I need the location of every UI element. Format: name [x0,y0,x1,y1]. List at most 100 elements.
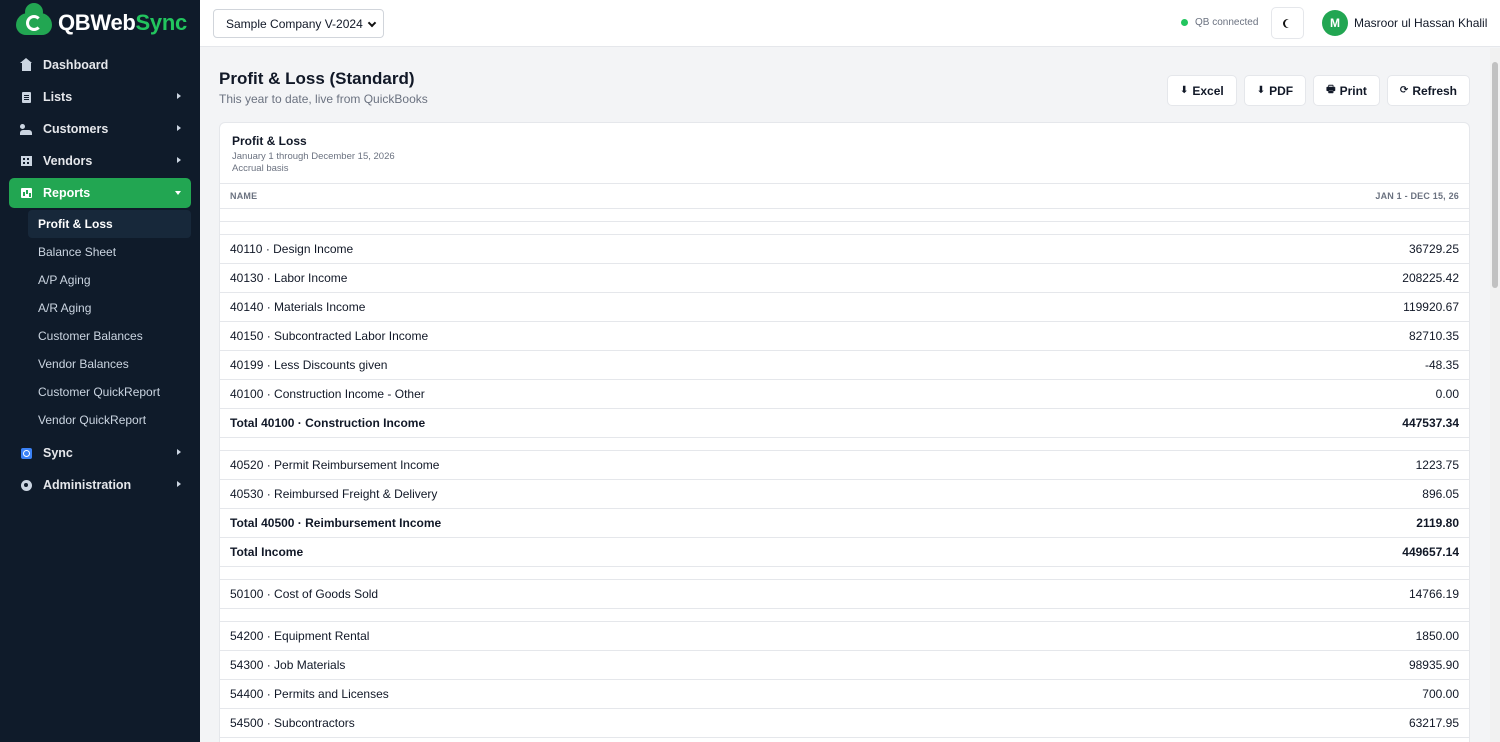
sidebar-item-lists[interactable]: Lists [9,82,191,112]
row-account-name: 40130 · Labor Income [230,271,348,285]
table-row[interactable]: 50100 · Cost of Goods Sold 14766.19 [220,580,1469,609]
chevron-down-icon [367,18,377,28]
sidebar-item-customers[interactable]: Customers [9,114,191,144]
sidebar-item-administration[interactable]: Administration [9,470,191,500]
row-amount: 2119.80 [1416,516,1459,530]
page-scrollbar[interactable] [1490,48,1500,742]
table-row-total[interactable]: Total 40500 · Reimbursement Income 2119.8… [220,509,1469,538]
page-title: Profit & Loss (Standard) [219,69,415,88]
building-icon [19,154,33,168]
table-row[interactable]: 40100 · Construction Income - Other 0.00 [220,380,1469,409]
chart-icon [19,186,33,200]
table-row[interactable]: 40130 · Labor Income 208225.42 [220,264,1469,293]
caret-right-icon [177,481,181,487]
refresh-button[interactable]: ⟳ Refresh [1386,75,1470,106]
table-row[interactable]: 40110 · Design Income 36729.25 [220,235,1469,264]
page-subtitle: This year to date, live from QuickBooks [219,92,428,106]
sidebar: QBWebSync Dashboard Lists Customers Vend… [0,0,200,742]
table-row[interactable]: 40530 · Reimbursed Freight & Delivery 896… [220,480,1469,509]
table-row[interactable]: 40140 · Materials Income 119920.67 [220,293,1469,322]
sidebar-subitem-ap-aging[interactable]: A/P Aging [28,266,191,294]
print-button[interactable]: 🖶 Print [1313,75,1380,106]
table-row-spacer [220,609,1469,622]
sidebar-item-label: Administration [43,478,132,492]
sidebar-subitem-ar-aging[interactable]: A/R Aging [28,294,191,322]
sidebar-subitem-vendor-balances[interactable]: Vendor Balances [28,350,191,378]
row-account-name: 40140 · Materials Income [230,300,366,314]
sidebar-item-reports[interactable]: Reports [9,178,191,208]
row-amount: 447537.34 [1402,416,1459,430]
row-account-name: 40100 · Construction Income - Other [230,387,425,401]
table-row-spacer [220,222,1469,235]
refresh-icon: ⟳ [1399,85,1409,96]
row-account-name: 54400 · Permits and Licenses [230,687,389,701]
row-account-name: 40150 · Subcontracted Labor Income [230,329,429,343]
report-card: Profit & Loss January 1 through December… [219,122,1470,742]
table-row[interactable]: 54200 · Equipment Rental 1850.00 [220,622,1469,651]
row-amount: 449657.14 [1402,545,1459,559]
app-name: QBWebSync [58,10,187,35]
row-amount: 1223.75 [1415,458,1459,472]
caret-right-icon [177,157,181,163]
sidebar-subitem-customer-balances[interactable]: Customer Balances [28,322,191,350]
qb-status-text: QB connected [1195,17,1259,28]
sidebar-nav: Dashboard Lists Customers Vendors Report… [0,50,200,500]
sidebar-item-sync[interactable]: Sync [9,438,191,468]
row-account-name: 54500 · Subcontractors [230,716,355,730]
sidebar-item-label: Reports [43,186,91,200]
table-row[interactable]: 54300 · Job Materials 98935.90 [220,651,1469,680]
printer-icon: 🖶 [1326,84,1336,95]
user-name[interactable]: Masroor ul Hassan Khalil [1354,16,1487,30]
row-amount: 896.05 [1422,487,1459,501]
topbar: Sample Company V-2024 QB connected M Mas… [200,0,1500,47]
row-amount: 98935.90 [1408,658,1459,672]
row-account-name: 50100 · Cost of Goods Sold [230,587,379,601]
export-pdf-button[interactable]: ⬇ PDF [1243,75,1307,106]
scrollbar-thumb[interactable] [1492,62,1498,288]
table-row[interactable]: 40150 · Subcontracted Labor Income 82710.… [220,322,1469,351]
download-icon: ⬇ [1256,85,1266,96]
sidebar-subitem-customer-quickreport[interactable]: Customer QuickReport [28,378,191,406]
moon-icon [1285,19,1294,28]
sidebar-subitem-balance-sheet[interactable]: Balance Sheet [28,238,191,266]
avatar[interactable]: M [1322,10,1348,36]
row-amount: 208225.42 [1402,271,1459,285]
status-dot-icon [1181,19,1188,26]
sidebar-item-dashboard[interactable]: Dashboard [9,50,191,80]
table-row-spacer [220,209,1469,222]
row-amount: -48.35 [1424,358,1459,372]
sync-icon [19,446,33,460]
row-amount: 119920.67 [1403,300,1459,314]
table-row[interactable]: 54400 · Permits and Licenses 700.00 [220,680,1469,709]
export-excel-button[interactable]: ⬇ Excel [1166,75,1237,106]
table-row[interactable]: 40520 · Permit Reimbursement Income 1223.… [220,451,1469,480]
theme-toggle-button[interactable] [1271,7,1304,39]
caret-right-icon [177,125,181,131]
sidebar-item-vendors[interactable]: Vendors [9,146,191,176]
row-account-name: 40110 · Design Income [230,242,354,256]
table-row[interactable]: 40199 · Less Discounts given -48.35 [220,351,1469,380]
row-account-name: 40199 · Less Discounts given [230,358,388,372]
caret-right-icon [177,93,181,99]
column-header-period[interactable]: JAN 1 - DEC 15, 26 [1375,191,1459,201]
column-header-name[interactable]: NAME [230,191,257,201]
qb-connection-status: QB connected [1181,17,1258,28]
gear-icon [19,478,33,492]
row-account-name: 40530 · Reimbursed Freight & Delivery [230,487,438,501]
button-label: Excel [1192,83,1224,98]
row-account-name: Total 40100 · Construction Income [230,416,426,430]
button-label: Print [1339,83,1367,98]
company-select[interactable]: Sample Company V-2024 [213,9,384,38]
sidebar-subitem-profit-loss[interactable]: Profit & Loss [28,210,191,238]
app-logo[interactable]: QBWebSync [0,0,200,46]
sidebar-subitem-vendor-quickreport[interactable]: Vendor QuickReport [28,406,191,434]
home-icon [19,57,33,72]
row-account-name: Total 40500 · Reimbursement Income [230,516,442,530]
table-row-total[interactable]: Total Income 449657.14 [220,538,1469,567]
row-amount: 1850.00 [1415,629,1459,643]
table-header: NAME JAN 1 - DEC 15, 26 [220,184,1469,209]
table-row[interactable]: 54500 · Subcontractors 63217.95 [220,709,1469,738]
table-row-total[interactable]: Total 40100 · Construction Income 447537.… [220,409,1469,438]
report-basis: Accrual basis [232,163,289,174]
cloud-sync-logo-icon [16,3,52,37]
